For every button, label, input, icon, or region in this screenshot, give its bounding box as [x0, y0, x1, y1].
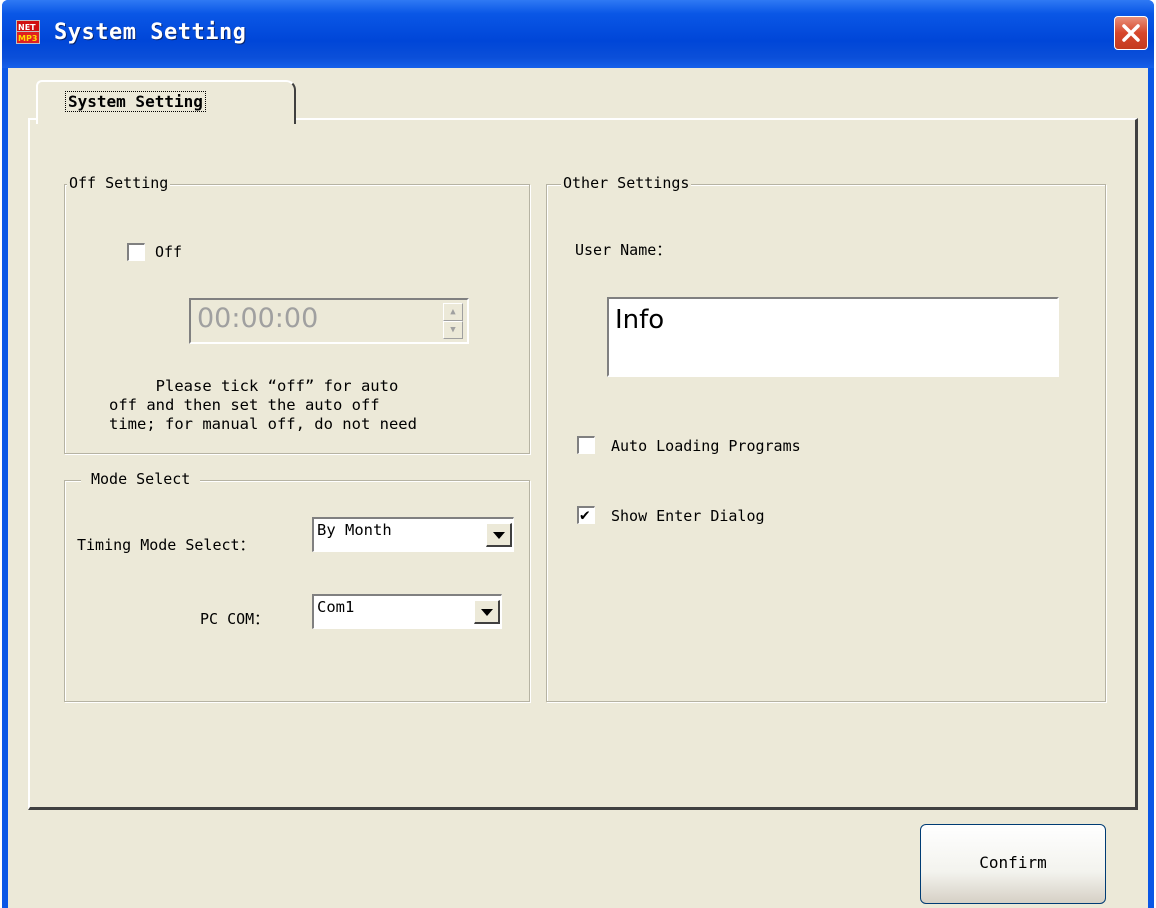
system-setting-window: NET MP3 System Setting System Setting Of… — [2, 0, 1154, 908]
svg-text:MP3: MP3 — [18, 34, 37, 43]
auto-loading-label[interactable]: Auto Loading Programs — [611, 437, 801, 455]
dialog-client-area: System Setting Off Setting Off 00:00:00 … — [8, 68, 1148, 908]
spin-up-button[interactable]: ▲ — [443, 303, 463, 321]
off-setting-group: Off Setting Off 00:00:00 ▲ ▼ Please tick… — [64, 174, 530, 454]
confirm-button[interactable]: Confirm — [920, 824, 1106, 904]
pc-com-label: PC COM： — [200, 610, 270, 628]
pc-com-value: Com1 — [317, 598, 355, 616]
title-bar[interactable]: NET MP3 System Setting — [2, 0, 1154, 68]
user-name-value: Info — [615, 305, 665, 335]
user-name-field[interactable]: Info — [607, 297, 1059, 377]
show-enter-dialog-checkbox[interactable]: ✔ — [577, 505, 595, 524]
chevron-down-icon — [493, 532, 505, 539]
close-x-icon — [1122, 24, 1140, 42]
checkmark-icon: ✔ — [580, 505, 590, 524]
tab-label: System Setting — [65, 91, 206, 112]
pc-com-dropdown-button[interactable] — [474, 600, 500, 624]
close-button[interactable] — [1114, 16, 1148, 50]
show-enter-dialog-label[interactable]: Show Enter Dialog — [611, 507, 765, 525]
off-time-value: 00:00:00 — [197, 303, 319, 334]
timing-mode-value: By Month — [317, 521, 392, 539]
spin-down-button[interactable]: ▼ — [443, 321, 463, 339]
tab-panel: Off Setting Off 00:00:00 ▲ ▼ Please tick… — [28, 118, 1138, 810]
chevron-down-icon — [481, 609, 493, 616]
timing-mode-dropdown-button[interactable] — [486, 523, 512, 547]
off-checkbox[interactable] — [127, 243, 145, 261]
user-name-label: User Name： — [575, 241, 672, 259]
timing-mode-select[interactable]: By Month — [312, 517, 514, 552]
pc-com-select[interactable]: Com1 — [312, 594, 502, 629]
other-settings-group: Other Settings User Name： Info Auto Load… — [546, 174, 1106, 702]
window-title: System Setting — [54, 20, 247, 45]
off-time-picker[interactable]: 00:00:00 ▲ ▼ — [189, 298, 469, 344]
mode-select-group: Mode Select Timing Mode Select： By Month… — [64, 470, 530, 702]
timing-mode-label: Timing Mode Select： — [77, 536, 255, 554]
off-checkbox-label[interactable]: Off — [155, 243, 182, 261]
other-settings-legend: Other Settings — [561, 174, 692, 192]
app-logo-icon: NET MP3 — [16, 20, 40, 44]
svg-text:NET: NET — [18, 23, 36, 32]
tab-system-setting[interactable]: System Setting — [36, 80, 296, 124]
off-setting-description: Please tick “off” for auto off and then … — [109, 377, 417, 433]
auto-loading-checkbox[interactable] — [577, 436, 595, 454]
confirm-button-label: Confirm — [979, 853, 1047, 872]
off-setting-legend: Off Setting — [67, 174, 171, 192]
mode-select-legend: Mode Select — [81, 470, 201, 488]
